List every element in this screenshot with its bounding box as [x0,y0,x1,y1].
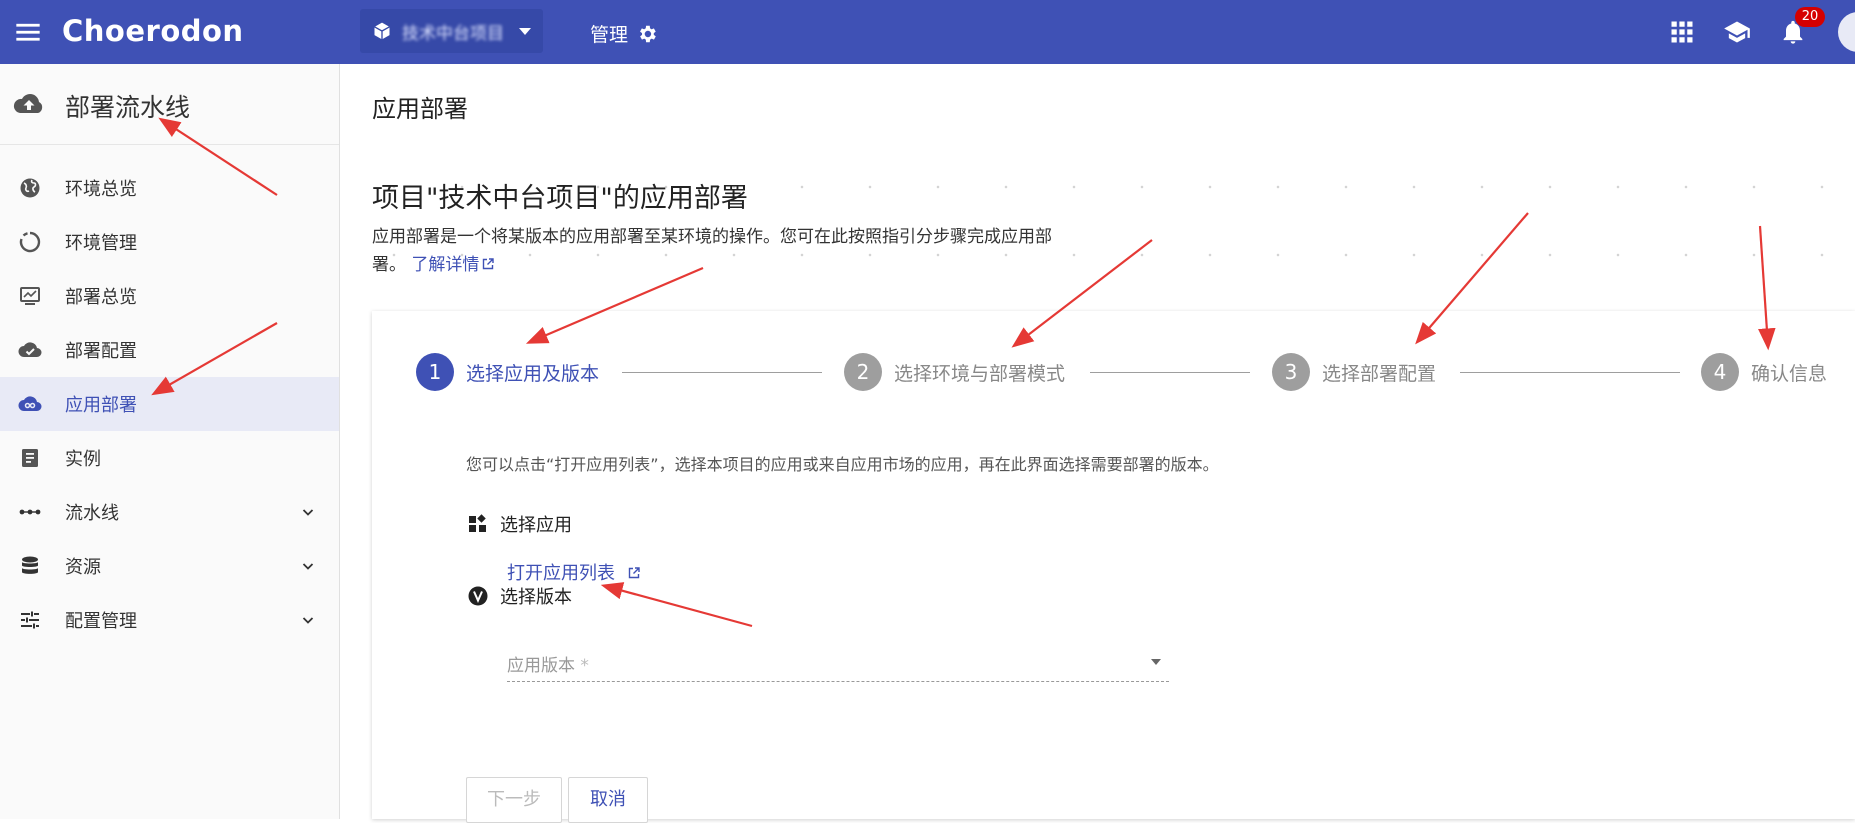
notification-badge: 20 [1795,7,1825,27]
chevron-down-icon [302,617,314,624]
cloud-upload-icon [13,94,43,113]
version-v-icon [468,586,488,606]
top-bar: Choerodon 技术中台项目 管理 20 [0,0,1855,64]
sidebar-item-pipeline[interactable]: 流水线 [0,485,339,539]
sidebar-item-env-overview[interactable]: 环境总览 [0,161,339,215]
step-label: 选择部署配置 [1322,362,1437,385]
project-selector[interactable]: 技术中台项目 [360,9,543,53]
chevron-down-icon [302,509,314,516]
school-icon[interactable] [1723,18,1751,46]
step-number: 2 [844,353,882,391]
sidebar-item-label: 环境管理 [65,233,137,254]
page-header: 应用部署 [340,64,1855,144]
step-3[interactable]: 3 选择部署配置 [1272,353,1436,391]
gear-icon [640,25,656,42]
next-step-button[interactable]: 下一步 [466,777,562,823]
step-connector [1460,372,1680,373]
sidebar: 部署流水线 环境总览 环境管理 部署总览 部署配置 应用部署 实例 流水线 资源… [0,64,340,819]
select-app-title: 选择应用 [500,515,572,536]
placeholder-text: 应用版本 [507,656,575,676]
cloud-check-icon [18,342,42,357]
sidebar-item-instance[interactable]: 实例 [0,431,339,485]
required-mark: * [580,656,589,676]
sidebar-item-label: 流水线 [65,503,119,524]
manage-link[interactable]: 管理 [590,20,658,47]
select-app-section: 选择应用 [468,511,572,537]
step-number: 4 [1701,353,1739,391]
sidebar-item-label: 部署配置 [65,341,137,362]
chevron-down-icon [519,27,531,35]
select-version-title: 选择版本 [500,587,572,608]
manage-label: 管理 [590,24,629,46]
external-link-icon [628,567,640,579]
external-link-icon [483,258,495,270]
deploy-steps-card: 1 选择应用及版本 2 选择环境与部署模式 3 选择部署配置 4 确认信息 您可… [372,311,1855,823]
app-version-select[interactable]: 应用版本 * [507,641,1169,682]
sidebar-item-resource[interactable]: 资源 [0,539,339,593]
apps-grid-icon[interactable] [1668,18,1696,46]
learn-more-label: 了解详情 [411,255,480,275]
page-title: 应用部署 [372,95,468,123]
page-headline: 项目"技术中台项目"的应用部署 [372,183,748,214]
sidebar-item-label: 实例 [65,449,101,470]
open-app-list-link[interactable]: 打开应用列表 [507,559,641,585]
sidebar-item-label: 环境总览 [65,179,137,200]
step-number: 1 [416,353,454,391]
chevron-down-icon [302,563,314,570]
learn-more-link[interactable]: 了解详情 [411,255,495,275]
cube-icon [374,22,390,40]
sidebar-item-deploy-config[interactable]: 部署配置 [0,323,339,377]
sidebar-item-config-manage[interactable]: 配置管理 [0,593,339,647]
menu-icon[interactable] [14,18,42,46]
sidebar-title: 部署流水线 [65,93,191,122]
ring-icon [19,231,41,253]
sidebar-item-env-manage[interactable]: 环境管理 [0,215,339,269]
step-connector [1090,372,1250,373]
doc-icon [22,449,38,467]
sliders-icon [21,611,39,629]
avatar[interactable] [1838,12,1855,52]
main-content: 项目"技术中台项目"的应用部署 应用部署是一个将某版本的应用部署至某环境的操作。… [340,143,1855,823]
step-1[interactable]: 1 选择应用及版本 [416,353,599,391]
step-number: 3 [1272,353,1310,391]
sidebar-item-app-deploy[interactable]: 应用部署 [0,377,339,431]
step-label: 选择应用及版本 [466,362,600,385]
sidebar-item-label: 配置管理 [65,611,137,632]
cancel-button[interactable]: 取消 [568,777,648,823]
sidebar-item-label: 资源 [65,557,101,578]
open-app-list-label: 打开应用列表 [507,563,615,584]
dropdown-arrow-icon [1151,659,1161,665]
step-4[interactable]: 4 确认信息 [1701,353,1827,391]
page-description: 应用部署是一个将某版本的应用部署至某环境的操作。您可在此按照指引分步骤完成应用部… [372,223,1082,279]
monitor-icon [20,287,40,305]
sidebar-item-label: 应用部署 [65,395,137,416]
database-icon [22,556,38,574]
project-name: 技术中台项目 [402,23,504,44]
sidebar-item-deploy-overview[interactable]: 部署总览 [0,269,339,323]
step-label: 确认信息 [1751,362,1828,385]
step-label: 选择环境与部署模式 [894,362,1066,385]
step-2[interactable]: 2 选择环境与部署模式 [844,353,1065,391]
dots-icon [19,509,41,515]
step-hint: 您可以点击“打开应用列表”，选择本项目的应用或来自应用市场的应用，再在此界面选择… [466,455,1219,474]
globe-icon [20,178,40,198]
sidebar-item-label: 部署总览 [65,287,137,308]
widgets-icon [469,514,486,532]
step-connector [622,372,822,373]
cloud-link-icon [18,396,42,411]
select-version-section: 选择版本 [468,583,572,609]
brand-logo[interactable]: Choerodon [62,14,244,48]
app-version-placeholder: 应用版本 * [507,651,589,676]
sidebar-header: 部署流水线 [0,64,339,145]
